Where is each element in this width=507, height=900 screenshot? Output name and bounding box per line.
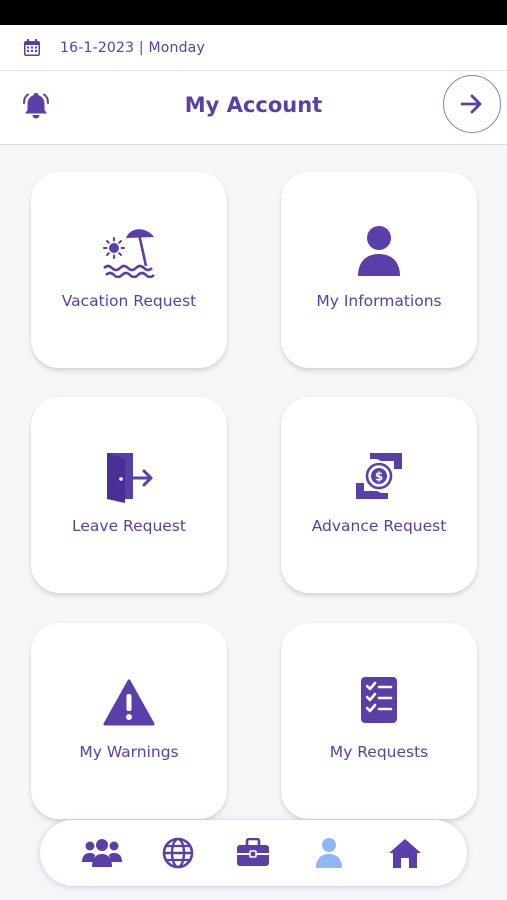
- card-label: Advance Request: [311, 517, 447, 535]
- nav-item-home[interactable]: [383, 833, 427, 873]
- card-label: My Requests: [329, 743, 429, 761]
- leave-request-card[interactable]: Leave Request: [31, 397, 227, 593]
- nav-item-work[interactable]: [231, 833, 275, 873]
- user-icon: [314, 837, 344, 869]
- door-exit-icon: [31, 449, 227, 505]
- menu-grid: Vacation Request My Informations Leave R…: [0, 145, 507, 819]
- card-label: Vacation Request: [61, 292, 197, 310]
- nav-item-account[interactable]: [307, 833, 351, 873]
- briefcase-icon: [236, 838, 270, 868]
- calendar-icon: [22, 38, 42, 58]
- users-group-icon: [81, 838, 123, 868]
- nav-item-web[interactable]: [156, 833, 200, 873]
- nav-item-team[interactable]: [80, 833, 124, 873]
- arrow-right-icon: [460, 93, 484, 115]
- page-title: My Account: [184, 93, 323, 117]
- current-date: 16-1-2023 | Monday: [60, 39, 205, 56]
- date-bar: 16-1-2023 | Monday: [0, 25, 507, 71]
- status-bar: [0, 0, 507, 25]
- home-icon: [387, 837, 423, 869]
- checklist-icon: [281, 675, 477, 731]
- svg-text:$: $: [375, 470, 383, 484]
- vacation-request-card[interactable]: Vacation Request: [31, 172, 227, 368]
- next-button[interactable]: [443, 75, 501, 133]
- my-warnings-card[interactable]: My Warnings: [31, 623, 227, 819]
- card-label: My Warnings: [79, 743, 179, 761]
- my-informations-card[interactable]: My Informations: [281, 172, 477, 368]
- my-requests-card[interactable]: My Requests: [281, 623, 477, 819]
- card-label: Leave Request: [72, 517, 186, 535]
- user-icon: [281, 224, 477, 280]
- beach-umbrella-icon: [31, 224, 227, 280]
- money-hand-icon: $: [281, 449, 477, 505]
- warning-icon: [31, 675, 227, 731]
- advance-request-card[interactable]: $ Advance Request: [281, 397, 477, 593]
- bottom-nav: [40, 820, 467, 886]
- page-header: My Account: [0, 71, 507, 145]
- globe-icon: [162, 837, 194, 869]
- card-label: My Informations: [316, 292, 442, 310]
